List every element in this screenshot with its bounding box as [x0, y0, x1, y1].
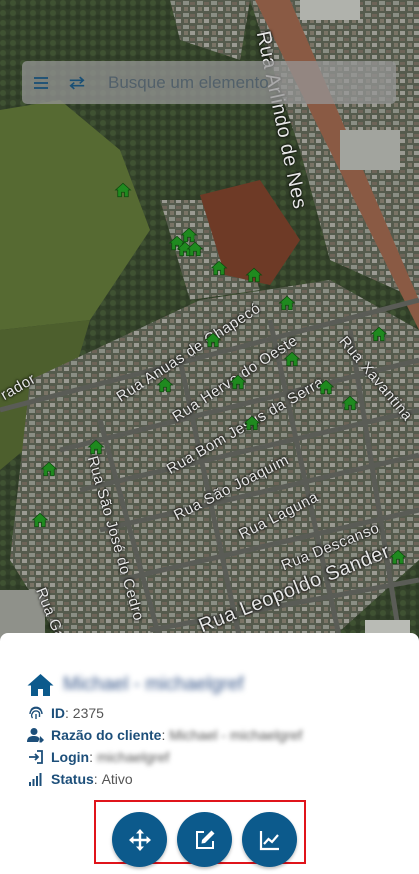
- map-view[interactable]: Rua Arlindo de Nes Rua Anuas de Chapecó …: [0, 0, 419, 640]
- home-marker[interactable]: [229, 373, 247, 391]
- home-icon: [40, 461, 58, 477]
- home-icon: [186, 241, 204, 257]
- user-edit-icon: [27, 727, 45, 743]
- home-icon: [341, 395, 359, 411]
- home-icon: [278, 295, 296, 311]
- search-bar: [22, 61, 396, 104]
- home-marker[interactable]: [245, 266, 263, 284]
- status-value: Ativo: [101, 771, 133, 787]
- home-icon: [283, 351, 301, 367]
- edit-icon: [195, 830, 214, 849]
- home-marker[interactable]: [204, 331, 222, 349]
- swap-icon[interactable]: [68, 74, 86, 92]
- id-row: ID: 2375: [27, 705, 104, 721]
- home-marker[interactable]: [210, 259, 228, 277]
- home-marker[interactable]: [243, 414, 261, 432]
- home-marker[interactable]: [341, 394, 359, 412]
- client-row: Razão do cliente: Michael - michaelgref: [27, 727, 302, 743]
- home-icon: [27, 674, 54, 696]
- home-icon: [243, 415, 261, 431]
- edit-button[interactable]: [177, 812, 232, 867]
- home-icon: [31, 512, 49, 528]
- move-button[interactable]: [112, 812, 167, 867]
- home-marker[interactable]: [283, 350, 301, 368]
- action-buttons-group: [94, 800, 306, 867]
- home-icon: [245, 267, 263, 283]
- home-marker[interactable]: [114, 181, 132, 199]
- home-marker[interactable]: [87, 438, 105, 456]
- move-icon: [128, 828, 151, 851]
- client-label: Razão do cliente: [51, 727, 162, 743]
- home-marker[interactable]: [31, 511, 49, 529]
- chart-button[interactable]: [242, 812, 297, 867]
- signal-icon: [27, 771, 45, 787]
- status-label: Status: [51, 771, 94, 787]
- client-value: Michael - michaelgref: [169, 727, 303, 743]
- status-row: Status: Ativo: [27, 771, 133, 787]
- element-title-row: Michael - michaelgref: [27, 673, 244, 697]
- login-label: Login: [51, 749, 90, 765]
- home-marker[interactable]: [370, 325, 388, 343]
- login-value: michaelgref: [96, 749, 170, 765]
- home-icon: [229, 374, 247, 390]
- home-icon: [156, 377, 174, 393]
- home-marker[interactable]: [40, 460, 58, 478]
- chart-icon: [259, 830, 279, 850]
- home-icon: [370, 326, 388, 342]
- home-icon: [204, 332, 222, 348]
- home-icon: [210, 260, 228, 276]
- menu-icon[interactable]: [32, 74, 50, 92]
- home-marker[interactable]: [317, 378, 335, 396]
- fingerprint-icon: [27, 705, 45, 721]
- home-icon: [389, 549, 407, 565]
- home-marker[interactable]: [156, 376, 174, 394]
- search-input[interactable]: [108, 61, 396, 104]
- sign-in-icon: [27, 749, 45, 765]
- home-icon: [114, 182, 132, 198]
- id-label: ID: [51, 705, 65, 721]
- element-details-panel: Michael - michaelgref ID: 2375 Razão do …: [0, 633, 419, 874]
- element-title: Michael - michaelgref: [63, 674, 244, 695]
- id-value: 2375: [72, 705, 104, 721]
- home-marker[interactable]: [186, 240, 204, 258]
- home-marker[interactable]: [278, 294, 296, 312]
- home-marker[interactable]: [389, 548, 407, 566]
- login-row: Login: michaelgref: [27, 749, 169, 765]
- home-icon: [317, 379, 335, 395]
- home-icon: [87, 439, 105, 455]
